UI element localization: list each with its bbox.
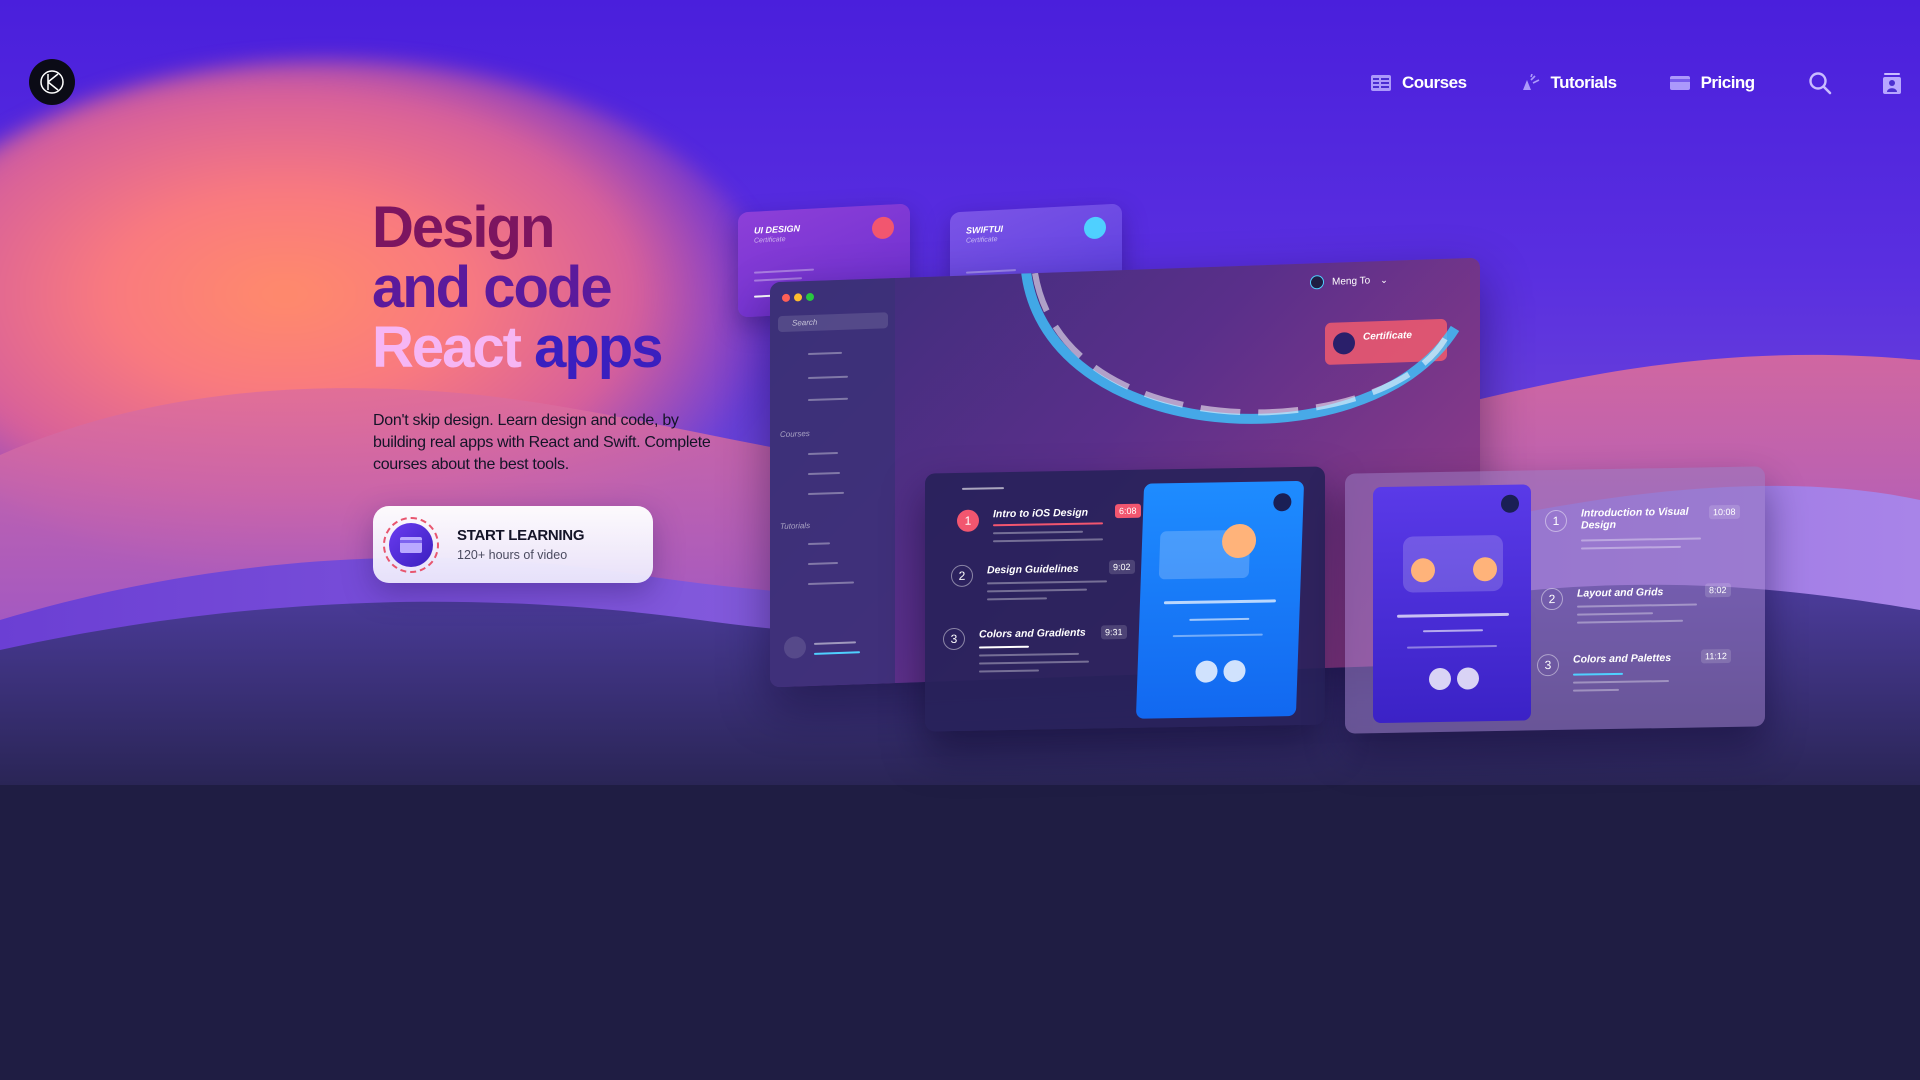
lesson-2-title[interactable]: Design Guidelines bbox=[987, 563, 1079, 577]
heart-badge-icon bbox=[872, 216, 894, 240]
course-panel-ios: 1 Intro to iOS Design 6:08 2 Design Guid… bbox=[925, 466, 1325, 732]
top-nav: Courses Tutorials Pricing bbox=[1370, 70, 1905, 96]
nav-item-courses[interactable]: Courses bbox=[1370, 73, 1467, 93]
progress-ring-arc bbox=[1020, 257, 1460, 424]
lesson-3-number: 3 bbox=[943, 627, 965, 651]
visual-lesson-1-title[interactable]: Introduction to Visual Design bbox=[1581, 505, 1701, 532]
headline-react: React bbox=[372, 315, 522, 380]
visual-lesson-3-title[interactable]: Colors and Palettes bbox=[1573, 652, 1671, 666]
card-icon bbox=[400, 536, 422, 553]
lesson-1-number: 1 bbox=[957, 509, 979, 532]
headline-line-2: and code bbox=[372, 255, 613, 320]
pricing-icon bbox=[1669, 76, 1690, 90]
cert-subtitle-swiftui: Certificate bbox=[966, 236, 998, 245]
lesson-2-number: 2 bbox=[951, 564, 973, 588]
sidebar-section-tutorials: Tutorials bbox=[780, 520, 811, 532]
visual-lesson-1-duration: 10:08 bbox=[1709, 504, 1740, 520]
tutorials-icon bbox=[1522, 74, 1539, 90]
swift-badge-icon-2 bbox=[1501, 494, 1519, 513]
lesson-2-duration: 9:02 bbox=[1109, 559, 1135, 575]
swift-badge-icon bbox=[1084, 216, 1106, 240]
close-dot-icon[interactable] bbox=[782, 293, 790, 302]
nav-label-pricing: Pricing bbox=[1700, 73, 1756, 92]
courses-icon bbox=[1371, 75, 1391, 91]
sidebar-bottom-badge-icon bbox=[784, 636, 806, 659]
sketch-badge-icon bbox=[1273, 493, 1292, 512]
lesson-3-duration: 9:31 bbox=[1101, 624, 1127, 640]
lesson-3-title[interactable]: Colors and Gradients bbox=[979, 627, 1086, 641]
cta-subtitle: 120+ hours of video bbox=[457, 548, 568, 562]
dot-button-right[interactable] bbox=[1223, 659, 1246, 683]
dot-button-left-2[interactable] bbox=[1429, 667, 1451, 691]
visual-lesson-1-number: 1 bbox=[1545, 509, 1567, 533]
lesson-1-duration: 6:08 bbox=[1115, 503, 1141, 519]
minimize-dot-icon[interactable] bbox=[794, 293, 802, 302]
search-icon[interactable] bbox=[1807, 70, 1833, 96]
cert-title-ui-design: UI DESIGN bbox=[754, 223, 801, 236]
headline-apps: apps bbox=[534, 315, 663, 380]
maximize-dot-icon[interactable] bbox=[806, 292, 814, 302]
start-learning-button[interactable]: START LEARNING 120+ hours of video bbox=[373, 506, 653, 583]
nav-item-tutorials[interactable]: Tutorials bbox=[1519, 73, 1617, 93]
visual-illustration-card[interactable] bbox=[1373, 484, 1531, 724]
account-icon[interactable] bbox=[1879, 70, 1905, 96]
visual-lesson-3-duration: 11:12 bbox=[1701, 648, 1731, 664]
dot-button-left[interactable] bbox=[1195, 660, 1218, 683]
cta-icon-ring bbox=[383, 516, 439, 573]
dot-button-right-2[interactable] bbox=[1457, 667, 1479, 690]
nav-label-courses: Courses bbox=[1402, 73, 1467, 92]
cert-title-swiftui: SWIFTUI bbox=[966, 223, 1003, 236]
lesson-1-title[interactable]: Intro to iOS Design bbox=[993, 507, 1088, 521]
visual-lesson-3-number: 3 bbox=[1537, 653, 1559, 677]
app-sidebar: Search Courses Tutorials bbox=[770, 278, 895, 688]
hero-subtext: Don't skip design. Learn design and code… bbox=[373, 412, 711, 473]
course-panel-visual: 1 Introduction to Visual Design 10:08 2 … bbox=[1345, 466, 1765, 734]
visual-lesson-2-title[interactable]: Layout and Grids bbox=[1577, 586, 1663, 600]
nav-label-tutorials: Tutorials bbox=[1550, 73, 1618, 92]
visual-lesson-2-duration: 8:02 bbox=[1705, 582, 1731, 598]
k-logo-icon[interactable] bbox=[29, 59, 75, 105]
cta-title: START LEARNING bbox=[457, 527, 585, 544]
sidebar-section-courses: Courses bbox=[780, 429, 810, 440]
cert-subtitle-ui-design: Certificate bbox=[754, 236, 786, 245]
nav-item-pricing[interactable]: Pricing bbox=[1669, 73, 1755, 93]
illustration-person bbox=[1221, 523, 1257, 559]
app-search-placeholder: Search bbox=[792, 317, 818, 328]
headline-line-1: Design bbox=[372, 195, 555, 260]
visual-lesson-2-number: 2 bbox=[1541, 587, 1563, 611]
hero-headline: Design and code React apps bbox=[372, 195, 663, 380]
ios-illustration-card[interactable] bbox=[1135, 480, 1305, 719]
app-search-field[interactable]: Search bbox=[778, 312, 888, 333]
